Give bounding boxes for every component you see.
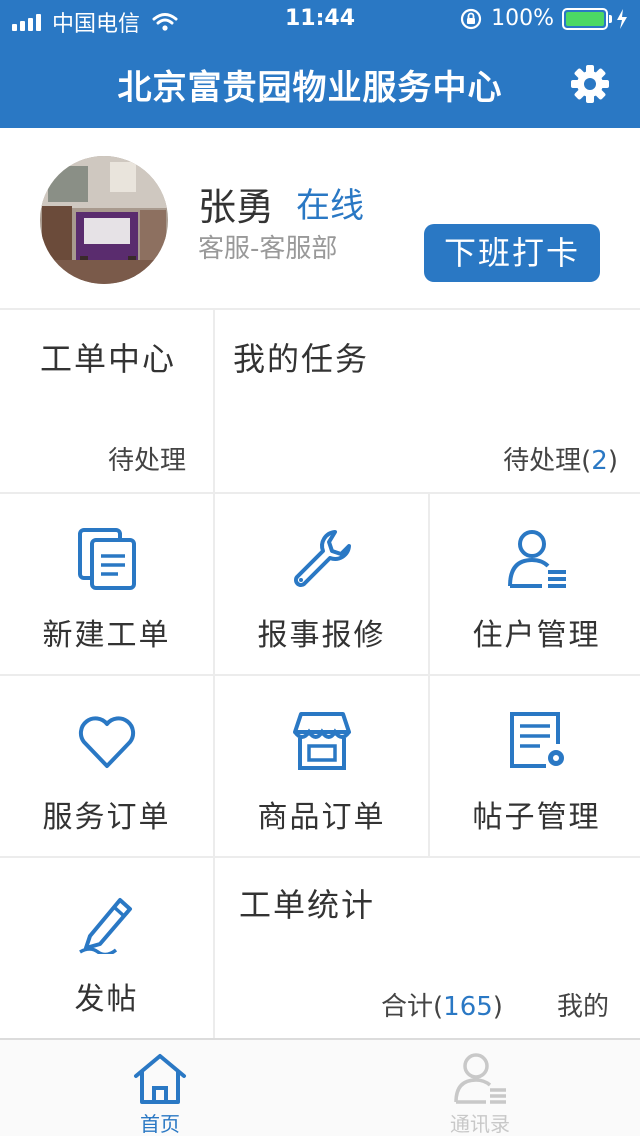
wrench-icon bbox=[294, 530, 351, 587]
bottom-row: 发帖 工单统计 合计(165) 我的 bbox=[0, 858, 640, 1038]
page-title: 北京富贵园物业服务中心 bbox=[117, 68, 503, 108]
stats-total-count: 165 bbox=[443, 992, 493, 1022]
gear-icon[interactable] bbox=[570, 64, 610, 104]
home-icon bbox=[134, 1054, 186, 1104]
stats-total-close: ) bbox=[492, 992, 503, 1022]
online-status: 在线 bbox=[296, 186, 364, 226]
menu-label: 商品订单 bbox=[257, 800, 386, 835]
my-tasks-pending-close: ) bbox=[607, 446, 618, 476]
tab-contacts[interactable]: 通讯录 bbox=[320, 1040, 640, 1136]
stats-title: 工单统计 bbox=[239, 886, 376, 924]
menu-label: 报事报修 bbox=[257, 618, 386, 653]
battery-percent: 100% bbox=[491, 6, 554, 31]
rotation-lock-icon bbox=[460, 8, 482, 29]
clock-out-button[interactable]: 下班打卡 bbox=[424, 224, 600, 282]
menu-new-work-order[interactable]: 新建工单 bbox=[0, 494, 213, 674]
charging-icon bbox=[617, 8, 627, 29]
menu-label: 服务订单 bbox=[42, 800, 171, 835]
menu-service-orders[interactable]: 服务订单 bbox=[0, 676, 213, 856]
document-icon bbox=[78, 528, 136, 590]
my-tasks-card[interactable]: 我的任务 待处理(2) bbox=[215, 310, 640, 492]
work-order-stats-card[interactable]: 工单统计 合计(165) 我的 bbox=[215, 858, 640, 1038]
menu-resident-management[interactable]: 住户管理 bbox=[430, 494, 640, 674]
work-order-center-card[interactable]: 工单中心 待处理 bbox=[0, 310, 213, 492]
menu-grid-row: 服务订单 商品订单 帖子管理 bbox=[0, 676, 640, 858]
battery-icon bbox=[562, 7, 612, 30]
task-summary-row: 工单中心 待处理 我的任务 待处理(2) bbox=[0, 310, 640, 494]
heart-icon bbox=[78, 716, 136, 768]
my-tasks-pending: 待处理(2) bbox=[503, 440, 618, 477]
profile-card: 张勇 在线 客服-客服部 下班打卡 bbox=[0, 128, 640, 310]
my-tasks-pending-count: 2 bbox=[591, 446, 608, 476]
menu-post-management[interactable]: 帖子管理 bbox=[430, 676, 640, 856]
my-tasks-title: 我的任务 bbox=[233, 340, 370, 378]
menu-label: 新建工单 bbox=[42, 618, 171, 653]
stats-total: 合计(165) bbox=[381, 986, 503, 1023]
stats-total-label: 合计( bbox=[381, 992, 444, 1022]
user-name: 张勇 bbox=[198, 185, 275, 229]
tab-home[interactable]: 首页 bbox=[0, 1040, 320, 1136]
menu-report-repair[interactable]: 报事报修 bbox=[215, 494, 428, 674]
avatar[interactable] bbox=[40, 156, 168, 284]
post-settings-icon bbox=[510, 712, 564, 768]
status-bar: 中国电信 11:44 100% bbox=[0, 0, 640, 40]
menu-label: 发帖 bbox=[74, 982, 139, 1017]
menu-label: 住户管理 bbox=[472, 618, 601, 653]
app-header: 中国电信 11:44 100% 北京富贵园物业服务中心 bbox=[0, 0, 640, 128]
stats-mine-label: 我的 bbox=[557, 992, 610, 1022]
user-department: 客服-客服部 bbox=[198, 234, 338, 264]
work-order-pending-label: 待处理 bbox=[108, 446, 187, 476]
tab-label: 首页 bbox=[140, 1112, 180, 1136]
pencil-icon bbox=[79, 898, 132, 954]
store-icon bbox=[293, 712, 351, 770]
menu-product-orders[interactable]: 商品订单 bbox=[215, 676, 428, 856]
menu-grid-row: 新建工单 报事报修 住户管理 bbox=[0, 494, 640, 676]
work-order-center-title: 工单中心 bbox=[40, 340, 177, 378]
bottom-tab-bar: 首页 通讯录 bbox=[0, 1038, 640, 1136]
menu-label: 帖子管理 bbox=[472, 800, 601, 835]
menu-new-post[interactable]: 发帖 bbox=[0, 858, 213, 1038]
tab-label: 通讯录 bbox=[450, 1112, 510, 1136]
contacts-icon bbox=[454, 1053, 506, 1104]
user-list-icon bbox=[508, 530, 566, 588]
my-tasks-pending-label: 待处理( bbox=[503, 446, 592, 476]
